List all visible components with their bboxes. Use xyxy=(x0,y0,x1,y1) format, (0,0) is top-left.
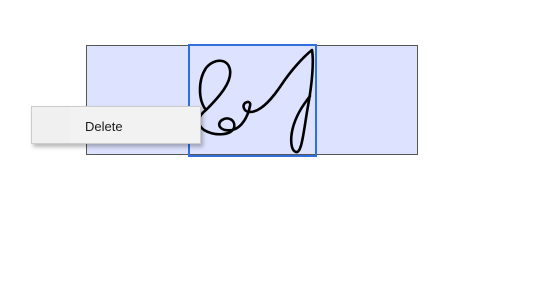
context-menu: Delete xyxy=(31,106,201,144)
delete-menu-item[interactable]: Delete xyxy=(34,109,198,141)
delete-menu-item-label: Delete xyxy=(85,119,123,134)
signature-stroke xyxy=(197,48,315,154)
signature-image[interactable] xyxy=(190,46,315,155)
